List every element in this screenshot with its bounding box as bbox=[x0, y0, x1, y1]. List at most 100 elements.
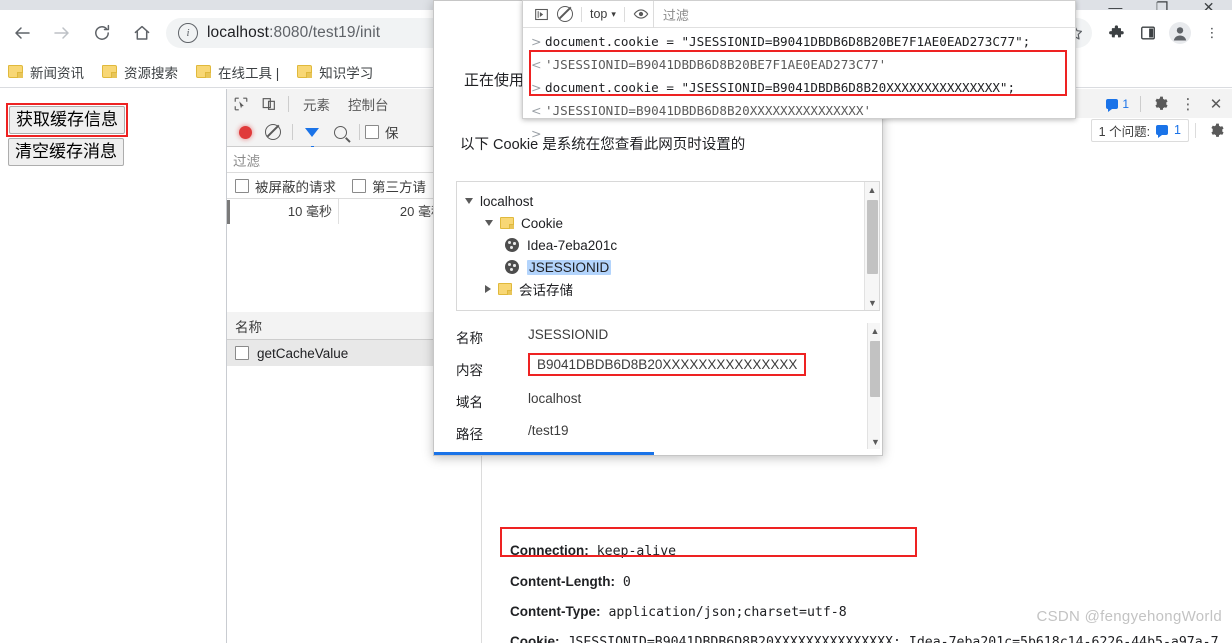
tree-scrollbar[interactable]: ▲ ▼ bbox=[864, 182, 879, 310]
chevron-right-icon[interactable] bbox=[485, 285, 491, 293]
folder-icon bbox=[8, 65, 23, 78]
detail-row-path: 路径 /test19 bbox=[456, 419, 880, 449]
console-filter-input[interactable]: 过滤 bbox=[652, 0, 1075, 28]
tree-item-cookie-folder[interactable]: Cookie bbox=[465, 212, 879, 234]
blocked-requests-label: 被屏蔽的请求 bbox=[255, 179, 336, 195]
side-panel-icon[interactable] bbox=[1132, 17, 1164, 49]
browser-menu-icon[interactable]: ⋮ bbox=[1196, 17, 1228, 49]
tree-item-label: Idea-7eba201c bbox=[527, 237, 618, 253]
header-line: Content-Type: application/json;charset=u… bbox=[510, 605, 847, 619]
home-icon[interactable] bbox=[124, 15, 160, 51]
tab-elements[interactable]: 元素 bbox=[294, 90, 339, 118]
overview-tick: 10 毫秒 bbox=[227, 199, 339, 224]
preserve-log-checkbox[interactable]: 保 bbox=[365, 122, 399, 142]
detail-key: 名称 bbox=[456, 331, 483, 346]
extensions-icon[interactable] bbox=[1100, 17, 1132, 49]
detail-value: localhost bbox=[528, 391, 582, 406]
console-row-output: < 'JSESSIONID=B9041DBDB6D8B20XXXXXXXXXXX… bbox=[523, 99, 1075, 122]
details-scrollbar[interactable]: ▲ ▼ bbox=[867, 323, 880, 449]
scroll-down-arrow[interactable]: ▼ bbox=[865, 295, 880, 310]
divider bbox=[1195, 122, 1196, 138]
scroll-up-arrow[interactable]: ▲ bbox=[865, 182, 879, 197]
detail-key: 内容 bbox=[456, 363, 483, 378]
console-row-input[interactable]: > document.cookie = "JSESSIONID=B9041DBD… bbox=[523, 30, 1075, 53]
bookmark-label: 知识学习 bbox=[319, 65, 374, 81]
tab-console[interactable]: 控制台 bbox=[339, 90, 398, 118]
profile-avatar[interactable] bbox=[1164, 17, 1196, 49]
header-line: Connection: keep-alive bbox=[510, 544, 676, 558]
cookie-icon bbox=[505, 238, 519, 252]
inspect-element-icon[interactable] bbox=[227, 91, 255, 117]
divider bbox=[1140, 95, 1141, 112]
scroll-down-arrow[interactable]: ▼ bbox=[868, 434, 880, 449]
console-row-input[interactable]: > document.cookie = "JSESSIONID=B9041DBD… bbox=[523, 76, 1075, 99]
issues-status-bar[interactable]: 1 个问题: 1 bbox=[1090, 117, 1230, 143]
chevron-down-icon[interactable] bbox=[465, 198, 473, 204]
search-button[interactable] bbox=[326, 119, 354, 145]
issues-status-chip[interactable]: 1 个问题: 1 bbox=[1090, 118, 1189, 142]
issues-badge[interactable]: 1 bbox=[1100, 96, 1135, 112]
third-party-checkbox[interactable]: 第三方请 bbox=[352, 176, 426, 196]
request-name: getCacheValue bbox=[257, 345, 349, 361]
third-party-label: 第三方请 bbox=[372, 179, 426, 195]
filter-toggle-button[interactable] bbox=[298, 119, 326, 151]
cookie-tree[interactable]: localhost Cookie Idea-7eba201c JSESSIONI… bbox=[456, 181, 880, 311]
bookmark-item[interactable]: 知识学习 bbox=[297, 62, 373, 82]
forward-icon[interactable] bbox=[44, 15, 80, 51]
tree-item-label: JSESSIONID bbox=[527, 259, 612, 275]
folder-icon bbox=[102, 65, 117, 78]
divider bbox=[623, 6, 625, 22]
console-text: document.cookie = "JSESSIONID=B9041DBDB6… bbox=[545, 80, 1016, 95]
console-context-selector[interactable]: top ▾ bbox=[586, 7, 620, 21]
console-row-output: < 'JSESSIONID=B9041DBDB6D8B20BE7F1AE0EAD… bbox=[523, 53, 1075, 76]
console-toolbar: top ▾ 过滤 bbox=[523, 0, 1075, 28]
dialog-active-tab-underline bbox=[434, 452, 654, 455]
divider bbox=[292, 124, 293, 140]
reload-icon[interactable] bbox=[84, 15, 120, 51]
issues-count: 1 bbox=[1122, 96, 1129, 111]
input-caret: > bbox=[531, 126, 542, 141]
address-bar-url: localhost:8080/test19/init bbox=[207, 24, 381, 41]
execute-icon[interactable] bbox=[529, 3, 553, 25]
devtools-close-icon[interactable]: ✕ bbox=[1202, 91, 1230, 117]
divider bbox=[288, 95, 289, 112]
get-cache-info-button[interactable]: 获取缓存信息 bbox=[9, 106, 125, 135]
clear-console-icon[interactable] bbox=[553, 3, 577, 25]
tree-item-session-storage[interactable]: 会话存储 bbox=[465, 278, 879, 300]
clear-cache-message-button[interactable]: 清空缓存消息 bbox=[8, 138, 124, 167]
filter-placeholder: 过滤 bbox=[233, 153, 260, 169]
watermark: CSDN @fengyehongWorld bbox=[1036, 608, 1222, 625]
folder-icon bbox=[500, 217, 514, 229]
folder-icon bbox=[498, 283, 512, 295]
output-caret: < bbox=[531, 57, 542, 72]
blocked-requests-checkbox[interactable]: 被屏蔽的请求 bbox=[235, 176, 336, 196]
bookmark-item[interactable]: 资源搜索 bbox=[102, 62, 178, 82]
console-prompt[interactable]: > bbox=[523, 122, 1075, 145]
header-key: Content-Type: bbox=[510, 604, 601, 619]
chevron-down-icon: ▾ bbox=[611, 8, 616, 19]
folder-icon bbox=[196, 65, 211, 78]
site-info-icon[interactable]: i bbox=[178, 23, 198, 43]
cookie-details: 名称 JSESSIONID 内容 B9041DBDB6D8B20XXXXXXXX… bbox=[456, 323, 880, 449]
device-toolbar-icon[interactable] bbox=[255, 91, 283, 117]
scroll-up-arrow[interactable]: ▲ bbox=[868, 323, 880, 338]
tree-item-localhost[interactable]: localhost bbox=[465, 190, 879, 212]
gear-icon[interactable] bbox=[1146, 91, 1174, 117]
scrollbar-thumb[interactable] bbox=[870, 341, 880, 397]
tree-item-cookie-selected[interactable]: JSESSIONID bbox=[465, 256, 879, 278]
tree-item-label: localhost bbox=[480, 193, 534, 209]
chevron-down-icon[interactable] bbox=[485, 220, 493, 226]
eye-icon[interactable] bbox=[629, 3, 653, 25]
bookmark-item[interactable]: 在线工具 | bbox=[196, 62, 279, 82]
tree-item-cookie[interactable]: Idea-7eba201c bbox=[465, 234, 879, 256]
devtools-menu-icon[interactable]: ⋮ bbox=[1174, 91, 1202, 117]
record-button[interactable] bbox=[231, 119, 259, 145]
scrollbar-thumb[interactable] bbox=[867, 200, 878, 274]
gear-icon[interactable] bbox=[1202, 117, 1230, 143]
bookmark-item[interactable]: 新闻资讯 bbox=[8, 62, 84, 82]
context-label: top bbox=[590, 7, 608, 21]
back-icon[interactable] bbox=[4, 15, 40, 51]
clear-network-log-button[interactable] bbox=[259, 119, 287, 145]
bookmark-label: 资源搜索 bbox=[124, 65, 178, 81]
tree-item-label: Cookie bbox=[521, 215, 564, 231]
